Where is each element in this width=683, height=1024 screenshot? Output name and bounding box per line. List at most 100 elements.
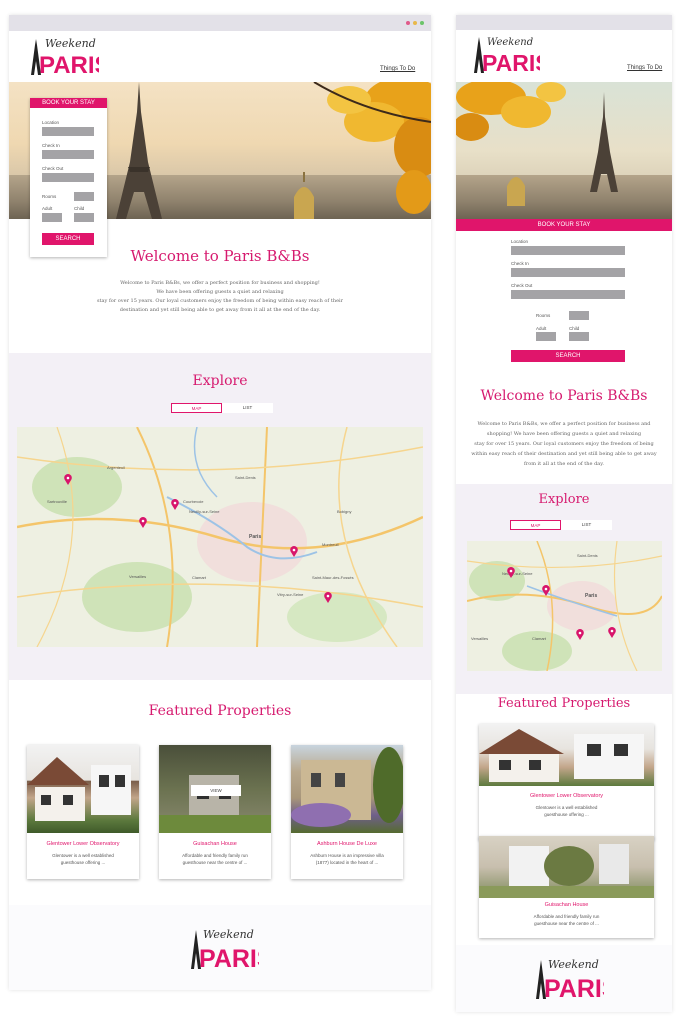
property-name[interactable]: Glentower Lower Observatory xyxy=(27,841,139,847)
map-label: Montreuil xyxy=(322,542,339,547)
map-list-tabs: MAP LIST xyxy=(510,520,612,530)
check-out-input[interactable] xyxy=(511,290,625,299)
adult-input[interactable] xyxy=(42,213,62,222)
footer-logo[interactable]: Weekend PARIS xyxy=(524,955,619,1003)
tab-list[interactable]: LIST xyxy=(561,520,612,530)
tab-map[interactable]: MAP xyxy=(510,520,561,530)
mobile-chrome-bar xyxy=(456,15,672,30)
svg-text:PARIS: PARIS xyxy=(39,52,99,77)
property-card[interactable]: VIEW Guisachan House Affordable and frie… xyxy=(159,745,271,879)
window-maximize-dot[interactable] xyxy=(420,21,424,25)
property-card[interactable]: Ashburn House De Luxe Ashburn House is a… xyxy=(291,745,405,879)
window-minimize-dot[interactable] xyxy=(413,21,417,25)
property-name[interactable]: Glentower Lower Observatory xyxy=(479,793,654,799)
location-input[interactable] xyxy=(511,246,625,255)
property-description: Affordable and friendly family run guest… xyxy=(533,914,600,926)
property-card[interactable]: Glentower Lower Observatory Glentower is… xyxy=(27,745,139,879)
map-label: Clamart xyxy=(532,636,547,641)
footer-logo[interactable]: Weekend PARIS xyxy=(179,925,274,973)
view-button[interactable]: VIEW xyxy=(191,785,241,796)
check-out-label: Check Out xyxy=(42,166,64,171)
svg-text:PARIS: PARIS xyxy=(544,975,604,1000)
map-view[interactable]: Paris Neuilly-sur-Seine Saint-Denis Clam… xyxy=(467,541,662,671)
search-button[interactable]: SEARCH xyxy=(511,350,625,362)
child-input[interactable] xyxy=(74,213,94,222)
map-pin-icon[interactable] xyxy=(507,567,515,578)
welcome-title: Welcome to Paris B&Bs xyxy=(480,388,648,404)
autumn-leaves-image xyxy=(313,82,431,214)
location-input[interactable] xyxy=(42,127,94,136)
map-pin-icon[interactable] xyxy=(171,499,179,510)
desktop-mockup: Weekend PARIS Things To Do BOOK YOUR STA… xyxy=(9,15,431,990)
map-label: Paris xyxy=(585,593,598,599)
welcome-text: Welcome to Paris B&Bs, we offer a perfec… xyxy=(471,421,657,467)
booking-header: BOOK YOUR STAY xyxy=(30,98,107,108)
check-in-input[interactable] xyxy=(42,150,94,159)
rooms-input[interactable] xyxy=(569,311,589,320)
tab-list[interactable]: LIST xyxy=(222,403,273,413)
map-list-tabs: MAP LIST xyxy=(171,403,273,413)
map-pin-icon[interactable] xyxy=(608,627,616,638)
property-photo xyxy=(27,745,139,833)
map-label: Paris xyxy=(249,534,262,540)
eiffel-tower-image xyxy=(590,92,618,192)
search-button[interactable]: SEARCH xyxy=(42,233,94,245)
property-name[interactable]: Ashburn House De Luxe xyxy=(291,841,403,847)
svg-text:PARIS: PARIS xyxy=(482,50,540,75)
child-input[interactable] xyxy=(569,332,589,341)
adult-label: Adult xyxy=(42,206,53,211)
map-pin-icon[interactable] xyxy=(324,592,332,603)
site-logo[interactable]: Weekend PARIS xyxy=(19,35,99,77)
explore-section: Explore MAP LIST Saint-Denis Paris Courb… xyxy=(9,353,431,680)
explore-title: Explore xyxy=(538,492,590,507)
eiffel-tower-image xyxy=(116,82,162,219)
child-label: Child xyxy=(74,206,85,211)
check-out-input[interactable] xyxy=(42,173,94,182)
location-label: Location xyxy=(42,120,60,125)
mobile-mockup: Weekend PARIS Things To Do BOOK YOUR STA… xyxy=(456,15,672,1012)
property-card[interactable]: Guisachan House Affordable and friendly … xyxy=(479,836,654,938)
property-description: Ashburn House is an impressive villa (18… xyxy=(310,853,384,865)
map-label: Saint-Maur-des-Fossés xyxy=(312,575,354,580)
rooms-input[interactable] xyxy=(74,192,94,201)
window-close-dot[interactable] xyxy=(406,21,410,25)
booking-widget: Location Check In Check Out Rooms Adult … xyxy=(456,231,672,371)
map-pin-icon[interactable] xyxy=(290,546,298,557)
property-name[interactable]: Guisachan House xyxy=(479,902,654,908)
map-label: Argenteuil xyxy=(107,465,126,470)
nav-things-to-do[interactable]: Things To Do xyxy=(627,65,662,71)
adult-label: Adult xyxy=(536,326,547,331)
browser-chrome-bar xyxy=(9,15,431,31)
rooms-label: Rooms xyxy=(536,313,551,318)
check-in-input[interactable] xyxy=(511,268,625,277)
site-logo[interactable]: Weekend PARIS xyxy=(464,33,540,75)
map-label: Versailles xyxy=(129,574,147,579)
property-name[interactable]: Guisachan House xyxy=(159,841,271,847)
nav-things-to-do[interactable]: Things To Do xyxy=(380,66,415,72)
property-description: Glentower is a well established guesthou… xyxy=(52,853,114,865)
map-pin-icon[interactable] xyxy=(542,585,550,596)
map-roads xyxy=(17,427,423,647)
location-label: Location xyxy=(511,239,529,244)
booking-widget: BOOK YOUR STAY Location Check In Check O… xyxy=(30,98,107,257)
map-pin-icon[interactable] xyxy=(139,517,147,528)
footer: Weekend PARIS xyxy=(9,905,431,990)
dome-building-image xyxy=(294,172,314,219)
adult-input[interactable] xyxy=(536,332,556,341)
booking-header: BOOK YOUR STAY xyxy=(456,219,672,231)
map-label: Sartrouville xyxy=(47,499,68,504)
check-in-label: Check In xyxy=(511,261,529,266)
property-description: Affordable and friendly family run guest… xyxy=(182,853,248,865)
explore-title: Explore xyxy=(192,373,248,389)
property-photo xyxy=(479,836,654,898)
map-label: Clamart xyxy=(192,575,207,580)
svg-text:Weekend: Weekend xyxy=(45,37,96,50)
property-card[interactable]: Glentower Lower Observatory Glentower is… xyxy=(479,724,654,840)
map-pin-icon[interactable] xyxy=(64,474,72,485)
map-view[interactable]: Saint-Denis Paris Courbevoie Neuilly-sur… xyxy=(17,427,423,647)
check-out-label: Check Out xyxy=(511,283,533,288)
map-label: Neuilly-sur-Seine xyxy=(189,509,220,514)
tab-map[interactable]: MAP xyxy=(171,403,222,413)
map-pin-icon[interactable] xyxy=(576,629,584,640)
map-roads xyxy=(467,541,662,671)
